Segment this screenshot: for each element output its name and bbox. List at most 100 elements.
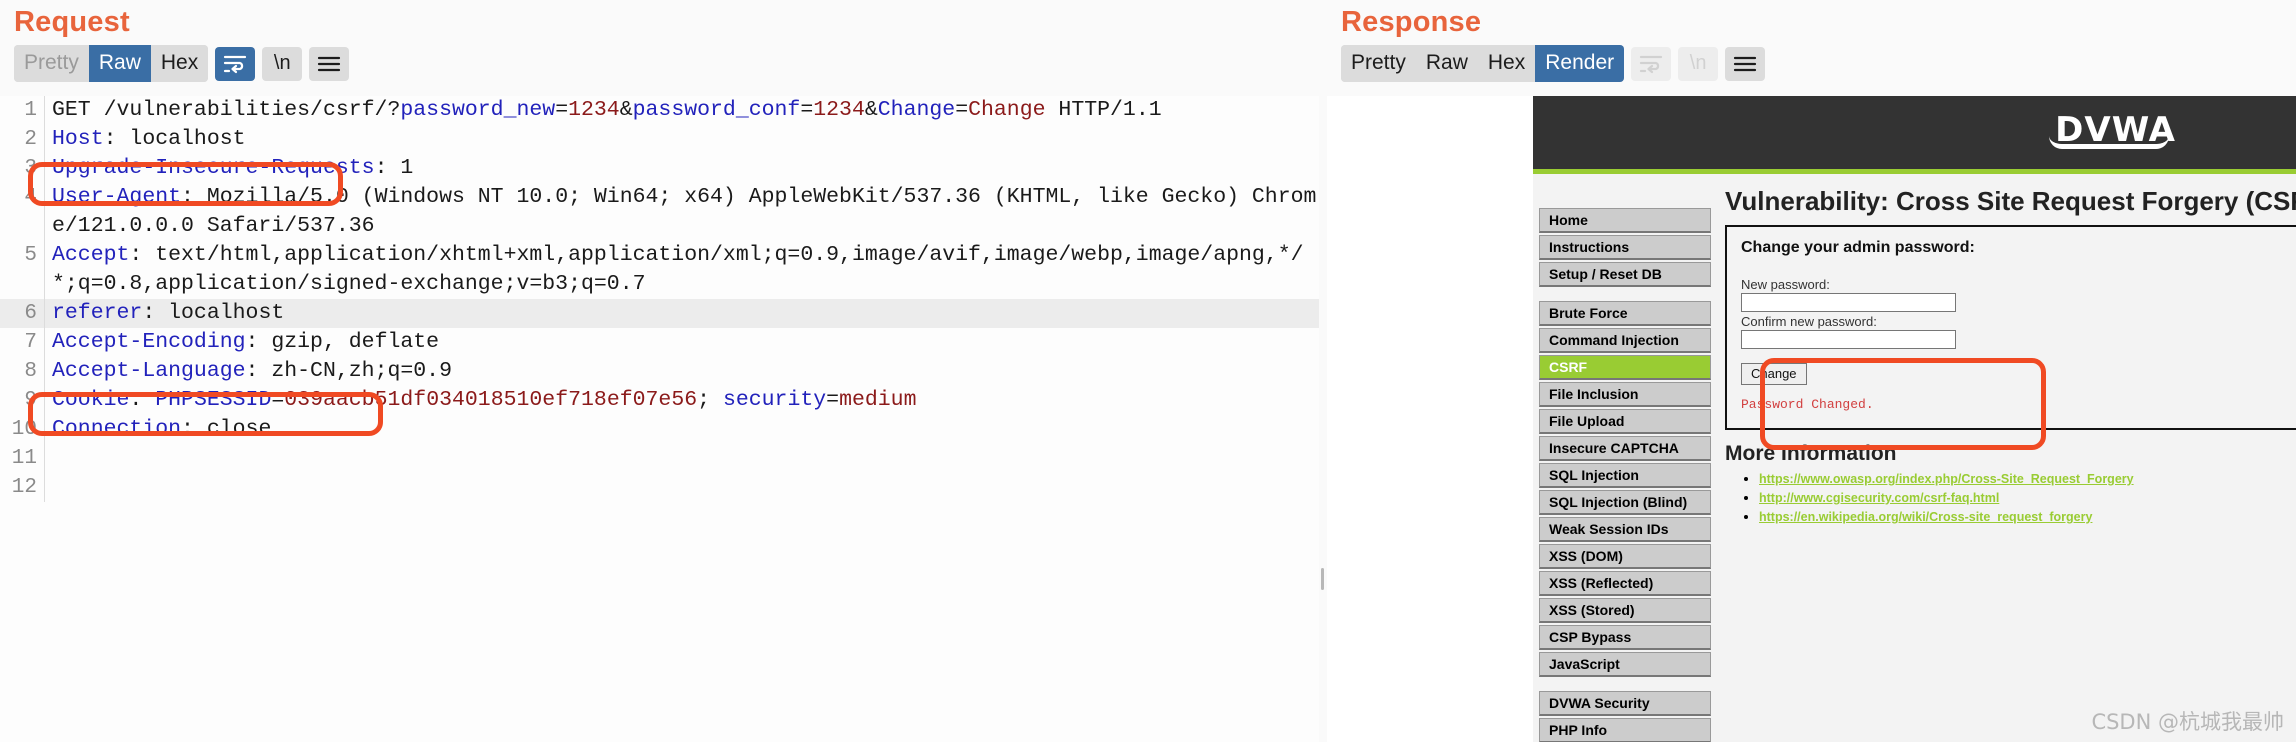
nav-group-separator: [1539, 679, 1711, 691]
token-hdr: PHPSESSID: [155, 388, 272, 412]
sidebar-item-xss-stored[interactable]: XSS (Stored): [1539, 598, 1711, 623]
sidebar-item-file-upload[interactable]: File Upload: [1539, 409, 1711, 434]
more-info-link[interactable]: https://en.wikipedia.org/wiki/Cross-site…: [1759, 510, 2092, 524]
line-number: 2: [24, 128, 37, 151]
sidebar-item-xss-reflected[interactable]: XSS (Reflected): [1539, 571, 1711, 596]
request-tab-hex[interactable]: Hex: [150, 45, 209, 82]
password-changed-status: Password Changed.: [1741, 397, 1874, 412]
line-number: 12: [11, 476, 37, 499]
response-tab-hex[interactable]: Hex: [1477, 45, 1536, 82]
code-line: 5 Accept: text/html,application/xhtml+xml…: [0, 241, 1325, 299]
token-hdr: Change: [877, 98, 956, 122]
response-tab-raw[interactable]: Raw: [1415, 45, 1478, 82]
line-number: 10: [11, 418, 37, 441]
line-number: 8: [24, 360, 37, 383]
response-word-wrap-icon: [1631, 46, 1672, 81]
line-number: 5: [24, 244, 37, 267]
line-number: 9: [24, 389, 37, 412]
csrf-form-box: Change your admin password: New password…: [1725, 225, 2296, 430]
token-txt: : localhost: [103, 127, 246, 151]
more-information-list: https://www.owasp.org/index.php/Cross-Si…: [1725, 470, 2296, 526]
new-password-input[interactable]: [1741, 293, 1956, 312]
dvwa-logo-swoosh: [2049, 136, 2170, 149]
sidebar-item-dvwa-security[interactable]: DVWA Security: [1539, 691, 1711, 716]
sidebar-item-instructions[interactable]: Instructions: [1539, 235, 1711, 260]
more-info-link[interactable]: https://www.owasp.org/index.php/Cross-Si…: [1759, 472, 2134, 486]
sidebar-item-php-info[interactable]: PHP Info: [1539, 718, 1711, 742]
token-txt: =: [826, 388, 840, 412]
sidebar-item-csp-bypass[interactable]: CSP Bypass: [1539, 625, 1711, 650]
line-content[interactable]: User-Agent: Mozilla/5.0 (Windows NT 10.0…: [44, 183, 1325, 241]
request-tab-raw[interactable]: Raw: [88, 45, 151, 82]
line-number: 1: [24, 99, 37, 122]
line-content[interactable]: Host: localhost: [44, 125, 1325, 154]
request-view-tabs: Pretty Raw Hex: [14, 45, 209, 82]
sidebar-item-home[interactable]: Home: [1539, 208, 1711, 233]
response-hamburger-menu-icon[interactable]: [1725, 46, 1766, 81]
sidebar-item-xss-dom[interactable]: XSS (DOM): [1539, 544, 1711, 569]
line-content[interactable]: Connection: close: [44, 415, 1325, 444]
request-newline-icon[interactable]: \n: [262, 46, 303, 81]
line-content[interactable]: [44, 473, 1325, 502]
panel-splitter[interactable]: [1319, 0, 1325, 742]
sidebar-item-setup-reset-db[interactable]: Setup / Reset DB: [1539, 262, 1711, 287]
token-txt: : text/html,application/xhtml+xml,applic…: [52, 243, 1304, 296]
sidebar-item-csrf[interactable]: CSRF: [1539, 355, 1711, 380]
line-content[interactable]: Upgrade-Insecure-Requests: 1: [44, 154, 1325, 183]
new-password-label: New password:: [1741, 277, 1830, 292]
confirm-password-input[interactable]: [1741, 330, 1956, 349]
token-hdr: security: [722, 388, 827, 412]
change-password-button[interactable]: Change: [1741, 363, 1807, 385]
line-number: 6: [24, 302, 37, 325]
response-tab-pretty[interactable]: Pretty: [1341, 45, 1416, 82]
code-line: 3 Upgrade-Insecure-Requests: 1: [0, 154, 1325, 183]
token-txt: : close: [181, 417, 272, 441]
token-txt: =: [955, 98, 969, 122]
token-hdr: Accept-Encoding: [52, 330, 246, 354]
line-number: 4: [24, 186, 37, 209]
sidebar-item-weak-session-ids[interactable]: Weak Session IDs: [1539, 517, 1711, 542]
response-tab-render[interactable]: Render: [1535, 45, 1625, 82]
request-tab-pretty[interactable]: Pretty: [14, 45, 89, 82]
token-hdr: Cookie: [52, 388, 130, 412]
more-info-link[interactable]: http://www.cgisecurity.com/csrf-faq.html: [1759, 491, 1999, 505]
confirm-password-label: Confirm new password:: [1741, 314, 1877, 329]
line-content[interactable]: [44, 444, 1325, 473]
line-content[interactable]: Accept-Encoding: gzip, deflate: [44, 328, 1325, 357]
line-content[interactable]: Accept-Language: zh-CN,zh;q=0.9: [44, 357, 1325, 386]
dvwa-left-gutter: [1327, 96, 1533, 742]
token-hdr: Accept: [52, 243, 130, 267]
watermark: CSDN @杭城我最帅: [2091, 710, 2284, 734]
sidebar-item-javascript[interactable]: JavaScript: [1539, 652, 1711, 677]
token-txt: =: [271, 388, 285, 412]
line-content[interactable]: Accept: text/html,application/xhtml+xml,…: [44, 241, 1325, 299]
response-render-area: DVWA Home Instructions Setup / Reset DB Bru…: [1327, 96, 2296, 742]
response-panel-title: Response: [1341, 6, 1482, 38]
code-line: 9 Cookie: PHPSESSID=039aacb51df034018510e…: [0, 386, 1325, 415]
page-title: Vulnerability: Cross Site Request Forger…: [1725, 186, 2296, 216]
sidebar-item-file-inclusion[interactable]: File Inclusion: [1539, 382, 1711, 407]
sidebar-item-sql-injection[interactable]: SQL Injection: [1539, 463, 1711, 488]
token-hdr: User-Agent: [52, 185, 182, 209]
sidebar-item-insecure-captcha[interactable]: Insecure CAPTCHA: [1539, 436, 1711, 461]
line-content[interactable]: referer: localhost: [44, 299, 1325, 328]
request-code-editor[interactable]: 1 GET /vulnerabilities/csrf/?password_new…: [0, 96, 1325, 742]
line-number: 7: [24, 331, 37, 354]
code-line: 4 User-Agent: Mozilla/5.0 (Windows NT 10.…: [0, 183, 1325, 241]
response-panel: Response Pretty Raw Hex Render \n DVWA H…: [1327, 0, 2296, 742]
token-txt: : Mozilla/5.0 (Windows NT 10.0; Win64; x…: [52, 185, 1317, 238]
request-hamburger-menu-icon[interactable]: [309, 46, 350, 81]
line-content[interactable]: GET /vulnerabilities/csrf/?password_new=…: [44, 96, 1325, 125]
request-word-wrap-icon[interactable]: [215, 46, 256, 81]
splitter-grip[interactable]: [1321, 568, 1324, 590]
dvwa-green-divider: [1533, 169, 2296, 174]
sidebar-item-brute-force[interactable]: Brute Force: [1539, 301, 1711, 326]
token-hdr: referer: [52, 301, 143, 325]
dvwa-sidebar-nav: Home Instructions Setup / Reset DB Brute Fo…: [1539, 208, 1711, 742]
sidebar-item-sql-injection-blind[interactable]: SQL Injection (Blind): [1539, 490, 1711, 515]
line-content[interactable]: Cookie: PHPSESSID=039aacb51df034018510ef…: [44, 386, 1325, 415]
token-val: medium: [839, 388, 917, 412]
token-txt: :: [129, 388, 156, 412]
code-line: 8 Accept-Language: zh-CN,zh;q=0.9: [0, 357, 1325, 386]
sidebar-item-command-injection[interactable]: Command Injection: [1539, 328, 1711, 353]
